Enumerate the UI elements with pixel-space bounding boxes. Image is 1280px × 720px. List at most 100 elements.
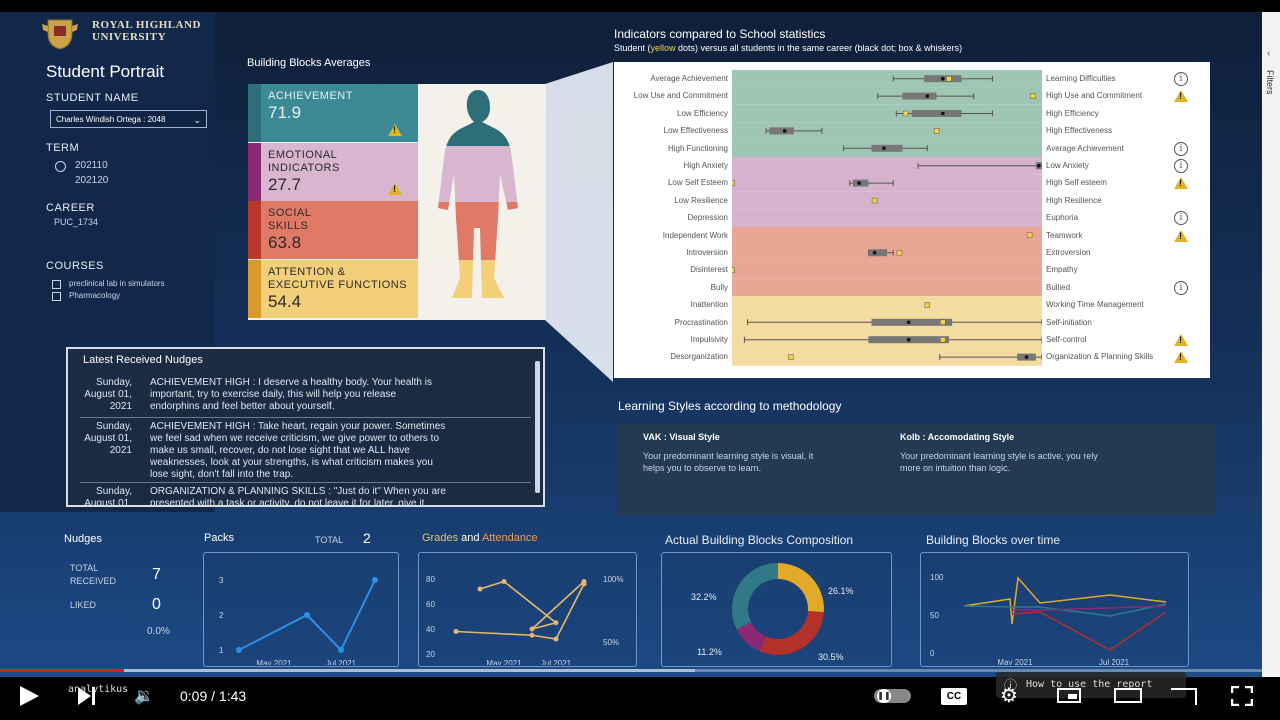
- indicator-label-left: Low Self Esteem: [667, 178, 728, 188]
- volume-icon[interactable]: 🔉: [134, 686, 154, 706]
- indicator-label-left: Low Resilience: [674, 195, 728, 205]
- tick-label: 32.2%: [691, 592, 717, 602]
- grades-title-a: Grades: [422, 532, 459, 544]
- total-received-value: 7: [152, 566, 161, 583]
- grades-point: [553, 620, 559, 626]
- indicator-band: [732, 209, 1042, 227]
- nudge-text-line: ACHIEVEMENT HIGH : Take heart, regain yo…: [150, 421, 446, 432]
- tick-label: 20: [426, 650, 435, 659]
- building-block-strip: [248, 84, 261, 142]
- tick-label: 26.1%: [828, 586, 854, 596]
- indicator-label-right: Empathy: [1046, 265, 1078, 275]
- info-icon[interactable]: i: [1174, 280, 1188, 295]
- warning-icon: [1174, 334, 1188, 346]
- term-label: TERM: [46, 142, 80, 154]
- theater-icon[interactable]: [1114, 688, 1142, 703]
- tick-label: 50: [930, 611, 939, 620]
- settings-icon[interactable]: ⚙: [1000, 683, 1018, 708]
- courses-label: COURSES: [46, 260, 104, 272]
- course-label-1[interactable]: preclinical lab in simulators: [69, 279, 165, 288]
- indicator-label-left: Low Effectiveness: [663, 126, 728, 136]
- indicator-band: [732, 70, 1042, 88]
- play-icon[interactable]: [20, 686, 39, 706]
- brand-watermark: analytikus: [68, 684, 129, 695]
- nudges-title: Latest Received Nudges: [83, 354, 203, 366]
- nudge-text: ACHIEVEMENT HIGH : I deserve a healthy b…: [150, 377, 490, 413]
- student-select[interactable]: Charles Windish Ortega : 2048 ⌄: [50, 110, 207, 128]
- warning-icon: [388, 124, 402, 136]
- time-display: 0:09 / 1:43: [180, 688, 247, 704]
- median-dot: [1037, 163, 1041, 168]
- info-icon[interactable]: i: [1174, 72, 1188, 86]
- student-dot: [946, 75, 952, 82]
- building-block-value: 54.4: [268, 291, 302, 311]
- course-checkbox-2[interactable]: [52, 292, 61, 301]
- iqr-box: [871, 318, 953, 326]
- vak-line1: Your predominant learning style is visua…: [643, 451, 814, 461]
- grades-title: Grades and Attendance: [422, 532, 538, 544]
- university-crest-icon: [40, 16, 80, 50]
- indicators-subtitle: Student (yellow dots) versus all student…: [614, 43, 962, 53]
- chevron-left-icon[interactable]: ‹: [1267, 48, 1270, 59]
- nudge-text: ACHIEVEMENT HIGH : Take heart, regain yo…: [150, 421, 490, 481]
- warning-icon: [388, 182, 402, 195]
- indicator-label-left: Depression: [687, 213, 728, 223]
- indicator-label-right: Bullied: [1046, 282, 1071, 292]
- nudge-text-line: ORGANIZATION & PLANNING SKILLS : "Just d…: [150, 486, 446, 497]
- indicator-band: [732, 278, 1042, 297]
- warning-icon: [1174, 229, 1188, 242]
- indicator-label-right: Working Time Management: [1046, 300, 1144, 310]
- indicator-label-left: Independent Work: [662, 230, 728, 240]
- building-block-strip: [248, 259, 261, 318]
- student-dot: [1026, 232, 1033, 239]
- page-title: Student Portrait: [46, 62, 165, 81]
- course-label-2[interactable]: Pharmacology: [69, 291, 120, 300]
- nudge-text-line: presented with a task or activity, do no…: [150, 498, 425, 507]
- term-option-2[interactable]: 202120: [75, 175, 108, 186]
- building-block-value: 63.8: [268, 233, 302, 252]
- nudge-text-line: endorphins and feel better about yoursel…: [150, 401, 335, 412]
- nudges-panel[interactable]: Latest Received Nudges Sunday, August 01,…: [66, 347, 545, 507]
- tick-label: 11.2%: [697, 647, 722, 657]
- autoplay-toggle[interactable]: ❚❚: [874, 689, 911, 703]
- building-block-name: SOCIAL: [268, 207, 312, 219]
- tick-label: 0: [930, 649, 935, 658]
- indicator-label-left: High Functioning: [667, 143, 728, 153]
- nudge-item[interactable]: Sunday, August 01, ORGANIZATION & PLANNING…: [80, 482, 531, 505]
- fullscreen-icon[interactable]: [1230, 685, 1254, 707]
- indicator-label-right: Self-initiation: [1046, 317, 1092, 327]
- student-dot: [896, 249, 903, 256]
- miniplayer-icon[interactable]: [1057, 688, 1081, 703]
- info-icon[interactable]: i: [1174, 159, 1188, 173]
- pause-icon: ❚❚: [877, 689, 891, 703]
- nudge-text-line: ACHIEVEMENT HIGH : I deserve a healthy b…: [150, 377, 432, 388]
- indicator-label-left: Introversion: [686, 248, 728, 257]
- building-block-card: ACHIEVEMENT 71.9: [248, 84, 418, 142]
- nudge-date-line: Sunday,: [96, 377, 132, 388]
- nudge-text-line: important, try to exercise daily, this w…: [150, 389, 397, 400]
- brand-line2: UNIVERSITY: [92, 31, 167, 43]
- nudge-date-line: August 01,: [84, 389, 132, 400]
- captions-icon[interactable]: CC: [941, 688, 967, 705]
- student-dot: [1029, 93, 1036, 99]
- cast-icon[interactable]: [1171, 688, 1197, 705]
- tick-label: 30.5%: [818, 652, 844, 662]
- filters-label[interactable]: Filters: [1265, 70, 1275, 95]
- course-checkbox-1[interactable]: [52, 280, 61, 289]
- nudges-scrollbar[interactable]: [535, 361, 540, 493]
- term-option-1[interactable]: 202110: [75, 160, 108, 171]
- grades-title-b: Attendance: [481, 532, 538, 544]
- kolb-line2: more on intuition than logic.: [900, 463, 1011, 473]
- nudge-item[interactable]: Sunday, August 01, 2021 ACHIEVEMENT HIGH : …: [80, 417, 531, 480]
- brand-line1: ROYAL HIGHLAND: [92, 19, 201, 31]
- subtitle-pre: Student (: [614, 43, 651, 53]
- student-dot: [933, 128, 940, 134]
- info-icon[interactable]: i: [1174, 141, 1188, 156]
- indicator-label-right: Teamwork: [1046, 230, 1083, 240]
- indicator-label-right: High Use and Commitment: [1046, 91, 1143, 101]
- total-received-label: TOTAL RECEIVED: [70, 562, 116, 588]
- term-radio-1[interactable]: [55, 161, 66, 172]
- packs-title: Packs: [204, 532, 234, 544]
- nudge-date-line: Sunday,: [96, 421, 132, 432]
- filters-pane[interactable]: ‹ Filters: [1262, 12, 1280, 677]
